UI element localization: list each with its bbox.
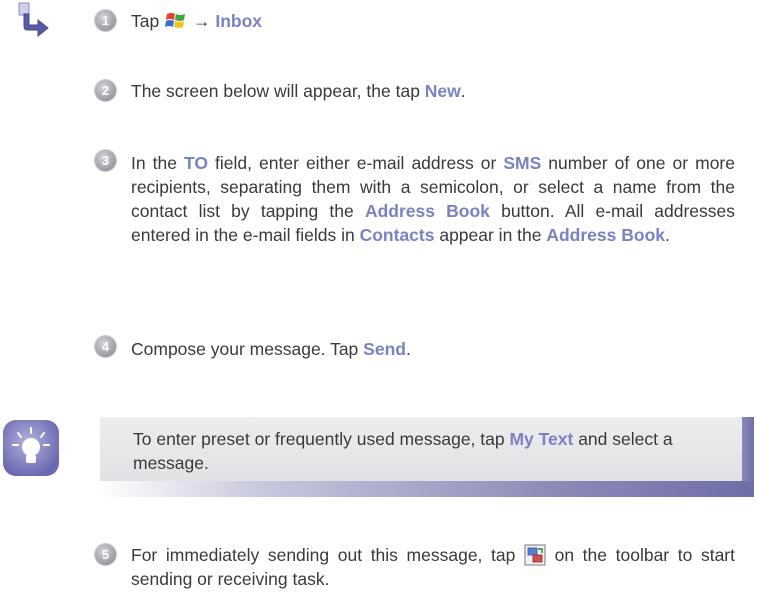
new-label: New bbox=[424, 81, 461, 101]
tip-text: To enter preset or frequently used messa… bbox=[133, 427, 743, 475]
windows-start-icon bbox=[165, 13, 186, 28]
sms-label: SMS bbox=[503, 153, 542, 173]
send-label: Send bbox=[363, 339, 406, 359]
send-receive-icon bbox=[524, 544, 546, 566]
step-number-5: 5 bbox=[95, 544, 116, 565]
step-1-pre: Tap bbox=[131, 11, 165, 31]
arrow-pointer-icon bbox=[18, 2, 49, 38]
step-4-pre: Compose your message. Tap bbox=[131, 339, 364, 359]
step-number-4: 4 bbox=[95, 336, 116, 357]
contacts-label: Contacts bbox=[359, 225, 435, 245]
step-3-text: In the TO field, enter either e-mail add… bbox=[131, 151, 735, 247]
step-3-t5: appear in the bbox=[434, 225, 547, 245]
step-3-t6: . bbox=[665, 225, 670, 245]
tip-pre: To enter preset or frequently used messa… bbox=[133, 429, 510, 449]
step-number-3: 3 bbox=[95, 150, 116, 171]
step-1-text: Tap → Inbox bbox=[131, 9, 262, 33]
tip-box-shadow-bottom bbox=[100, 481, 754, 497]
step-2-text: The screen below will appear, the tap Ne… bbox=[131, 79, 466, 103]
step-2-pre: The screen below will appear, the tap bbox=[131, 81, 425, 101]
step-2-post: . bbox=[460, 81, 466, 101]
step-5-pre: For immediately sending out this message… bbox=[131, 545, 524, 565]
step-number-1: 1 bbox=[95, 10, 116, 31]
inbox-label: Inbox bbox=[215, 11, 262, 31]
my-text-label: My Text bbox=[509, 429, 574, 449]
lightbulb-tip-icon bbox=[3, 420, 59, 476]
address-book-label-2: Address Book bbox=[546, 225, 665, 245]
step-3-t1: In the bbox=[131, 153, 184, 173]
step-4-text: Compose your message. Tap Send. bbox=[131, 337, 411, 361]
step-number-2: 2 bbox=[95, 80, 116, 101]
to-label: TO bbox=[184, 153, 208, 173]
step-3-t2: field, enter either e-mail address or bbox=[208, 153, 504, 173]
address-book-label: Address Book bbox=[364, 201, 490, 221]
step-1-arrow: → bbox=[192, 11, 211, 31]
step-5-text: For immediately sending out this message… bbox=[131, 543, 735, 591]
tip-box: To enter preset or frequently used messa… bbox=[100, 417, 756, 497]
step-4-post: . bbox=[405, 339, 411, 359]
